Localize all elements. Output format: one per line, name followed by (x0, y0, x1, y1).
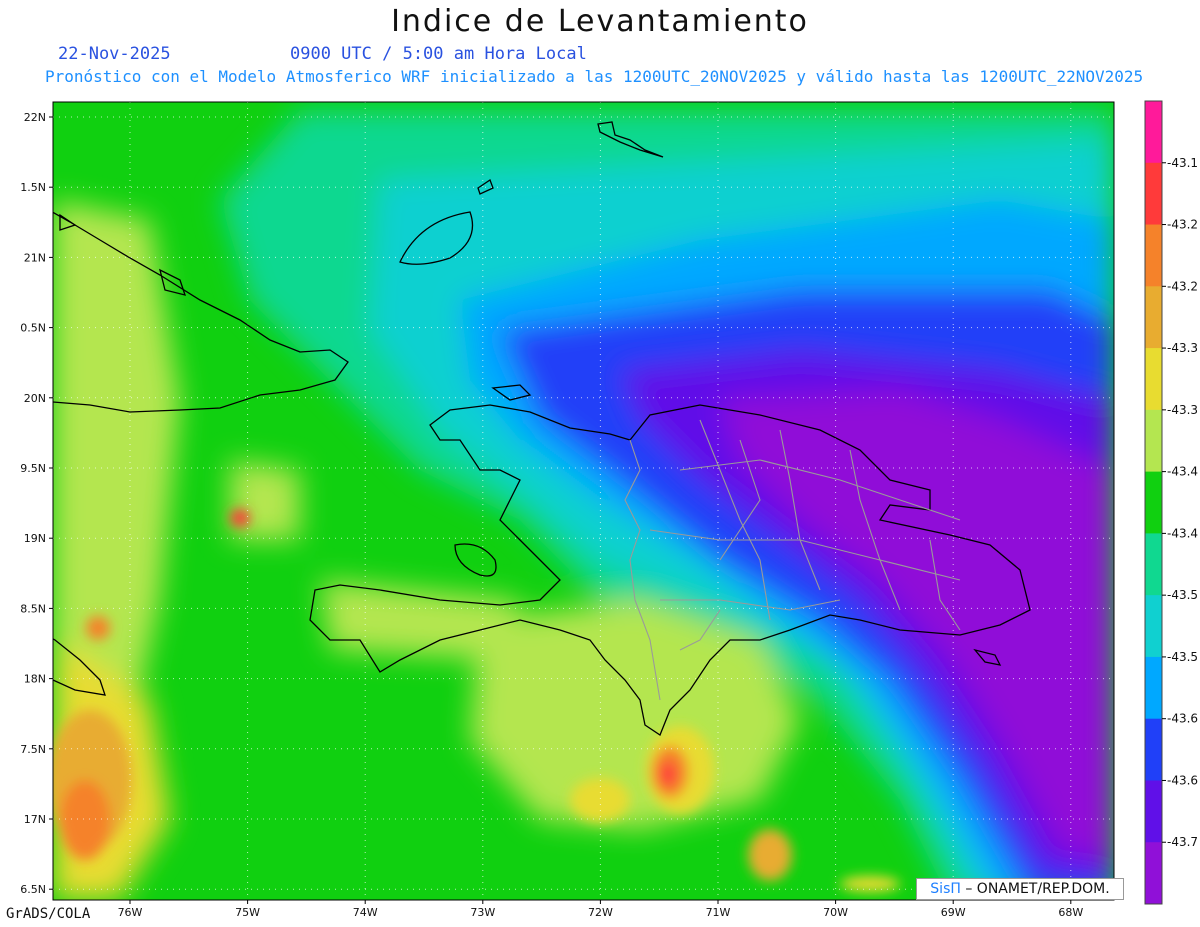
lon-tick-label: 74W (353, 906, 378, 919)
lon-tick-label: 71W (706, 906, 731, 919)
colorbar-label: -43.3 (1167, 341, 1198, 355)
lat-tick-label: 6.5N (20, 883, 46, 896)
lat-tick-label: 20N (24, 392, 46, 405)
colorbar-label: -43.5 (1167, 588, 1198, 602)
colorbar-label: -43.5 (1167, 650, 1198, 664)
lon-tick-label: 70W (823, 906, 848, 919)
colorbar-swatch (1145, 718, 1162, 781)
lon-tick-label: 73W (470, 906, 495, 919)
colorbar-label: -43.6 (1167, 773, 1198, 787)
colorbar-swatch (1145, 286, 1162, 349)
lat-tick-label: 19N (24, 532, 46, 545)
lat-tick-label: 18N (24, 673, 46, 686)
lon-tick-label: 76W (118, 906, 143, 919)
lat-tick-label: 8.5N (20, 602, 46, 615)
colorbar-label: -43.3 (1167, 403, 1198, 417)
map-title: Indice de Levantamiento (391, 4, 809, 39)
colorbar-label: -43.7 (1167, 835, 1198, 849)
colorbar-swatch (1145, 224, 1162, 287)
colorbar-label: -43.4 (1167, 465, 1198, 479)
lat-tick-label: 21N (24, 251, 46, 264)
lat-tick-label: 17N (24, 813, 46, 826)
software-label: GrADS/COLA (6, 906, 91, 922)
forecast-time: 0900 UTC / 5:00 am Hora Local (290, 44, 587, 64)
lon-tick-label: 75W (235, 906, 260, 919)
colorbar-swatch (1145, 101, 1162, 164)
forecast-map: 22N 1.5N 21N 0.5N 20N 9.5N 19N 8.5N 18N 7.5N 17N 6.… (20, 100, 1198, 919)
lifted-index-field (53, 102, 1114, 900)
forecast-date: 22-Nov-2025 (58, 44, 171, 64)
lat-tick-label: 7.5N (20, 743, 46, 756)
lat-tick-label: 22N (24, 111, 46, 124)
colorbar-label: -43.1 (1167, 156, 1198, 170)
credit-box: SisΠ – ONAMET/REP.DOM. (916, 878, 1124, 900)
lon-tick-label: 69W (941, 906, 966, 919)
longitude-labels: 76W 75W 74W 73W 72W 71W 70W 69W 68W (118, 900, 1083, 919)
colorbar-label: -43.6 (1167, 712, 1198, 726)
lon-tick-label: 68W (1058, 906, 1083, 919)
colorbar-label: -43.4 (1167, 526, 1198, 540)
model-description: Pronóstico con el Modelo Atmosferico WRF… (45, 67, 1144, 86)
credit-text: – ONAMET/REP.DOM. (965, 881, 1110, 897)
colorbar-swatch (1145, 656, 1162, 720)
colorbar-swatch (1145, 162, 1162, 226)
colorbar: -43.1 -43.2 -43.2 -43.3 -43.3 -43.4 -43.4 -43.5… (1144, 100, 1198, 905)
colorbar-swatch (1145, 348, 1162, 411)
colorbar-label: -43.2 (1167, 279, 1198, 293)
colorbar-label: -43.2 (1167, 218, 1198, 232)
colorbar-swatch (1145, 595, 1162, 658)
lat-tick-label: 1.5N (20, 181, 46, 194)
lon-tick-label: 72W (588, 906, 613, 919)
colorbar-swatch (1145, 533, 1162, 596)
colorbar-swatch (1145, 842, 1162, 905)
colorbar-swatch (1145, 780, 1162, 843)
latitude-labels: 22N 1.5N 21N 0.5N 20N 9.5N 19N 8.5N 18N 7.5N 17N 6.… (20, 111, 53, 896)
lat-tick-label: 9.5N (20, 462, 46, 475)
credit-brand: SisΠ (930, 881, 961, 897)
lat-tick-label: 0.5N (20, 322, 46, 335)
colorbar-swatch (1145, 409, 1162, 473)
colorbar-swatch (1145, 471, 1162, 534)
